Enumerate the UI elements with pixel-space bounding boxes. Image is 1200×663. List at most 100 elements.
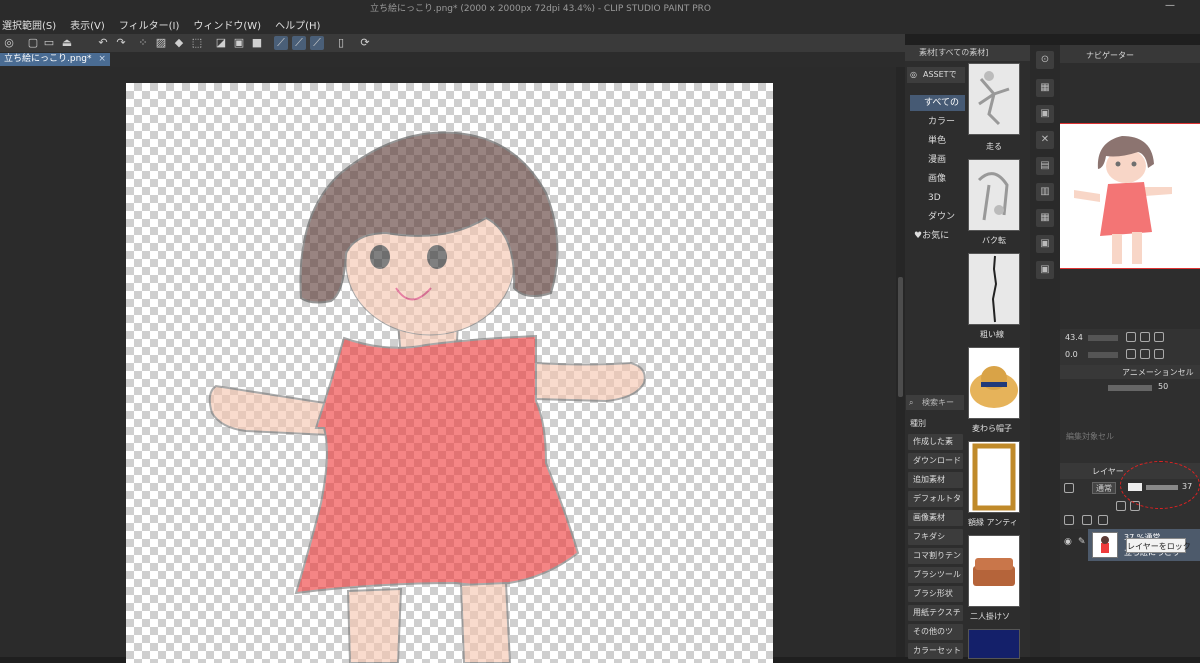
navigator-preview[interactable] — [1060, 123, 1200, 269]
tree-item-manga[interactable]: 漫画 — [910, 152, 965, 168]
snap-grid-icon[interactable]: ⟋ — [310, 36, 324, 50]
rotate-left-icon[interactable] — [1126, 349, 1136, 359]
cel-opacity-value[interactable]: 50 — [1158, 382, 1168, 391]
tree-item-all[interactable]: すべての — [910, 95, 965, 111]
menu-filter[interactable]: フィルター(I) — [119, 17, 180, 32]
category-item[interactable]: コマ割りテン — [908, 548, 963, 564]
transform-icon[interactable]: ⬚ — [190, 36, 204, 50]
search-input[interactable]: ⌕ 検索キー — [906, 395, 964, 410]
zoom-value[interactable]: 43.4 — [1065, 333, 1083, 342]
canvas-workspace[interactable] — [0, 67, 896, 663]
fit-window-icon[interactable] — [1154, 332, 1164, 342]
thumbnail-caption: 麦わら帽子 — [972, 424, 1012, 433]
new-file-icon[interactable]: ▢ — [26, 36, 40, 50]
image-material-icon[interactable]: ▣ — [1036, 105, 1054, 123]
search-material-icon[interactable]: ⊙ — [1036, 51, 1054, 69]
fill-icon[interactable]: ◆ — [172, 36, 186, 50]
category-item[interactable]: ブラシ形状 — [908, 586, 963, 602]
menu-view[interactable]: 表示(V) — [70, 17, 105, 32]
fit-icon[interactable]: ■ — [250, 36, 264, 50]
material-3d-icon[interactable]: ▣ — [1036, 261, 1054, 279]
category-item[interactable]: フキダシ — [908, 529, 963, 545]
material-image-icon[interactable]: ▣ — [1036, 235, 1054, 253]
navigator-tab[interactable]: ナビゲーター — [1086, 50, 1134, 61]
material-thumbnail[interactable] — [968, 253, 1020, 325]
reset-rotation-icon[interactable] — [1154, 349, 1164, 359]
category-item[interactable]: 作成した素 — [908, 434, 963, 450]
zoom-slider[interactable] — [1088, 335, 1118, 341]
navigator-header: ナビゲーター — [1060, 45, 1200, 63]
tree-item-3d[interactable]: 3D — [910, 190, 965, 206]
material-thumbnail[interactable] — [968, 63, 1020, 135]
animation-cel-panel: 50 編集対象セル — [1060, 379, 1200, 463]
layer-tab[interactable]: レイヤー — [1092, 466, 1124, 477]
blend-mode-select[interactable]: 通常 — [1092, 482, 1116, 494]
material-thumbnail[interactable] — [968, 347, 1020, 419]
clip-studio-icon[interactable]: ◎ — [2, 36, 16, 50]
close-material-icon[interactable]: ✕ — [1036, 131, 1054, 149]
category-item[interactable]: ブラシツール — [908, 567, 963, 583]
undo-icon[interactable]: ↶ — [96, 36, 110, 50]
panel-icon-column: ⊙ ▦ ▣ ✕ ▤ ▥ ▦ ▣ ▣ — [1030, 45, 1060, 657]
document-tab[interactable]: 立ち絵にっこり.png* × — [0, 53, 110, 66]
asset-button[interactable]: ◎ ASSETで — [907, 67, 965, 83]
rough-line-icon — [991, 255, 998, 323]
menu-window[interactable]: ウィンドウ(W) — [193, 17, 261, 32]
angle-value[interactable]: 0.0 — [1065, 350, 1078, 359]
category-item[interactable]: ダウンロード — [908, 453, 963, 469]
layer-panel-menu-icon[interactable] — [1064, 515, 1074, 525]
menu-help[interactable]: ヘルプ(H) — [275, 17, 320, 32]
cel-opacity-slider[interactable] — [1108, 385, 1152, 391]
annotation-circle — [1120, 461, 1200, 509]
tree-item-image[interactable]: 画像 — [910, 171, 965, 187]
title-bar: 立ち絵にっこり.png* (2000 x 2000px 72dpi 43.4%)… — [0, 0, 1200, 14]
material-thumbnail[interactable] — [968, 629, 1020, 659]
crop-icon[interactable]: ▣ — [232, 36, 246, 50]
pen-icon[interactable]: ✎ — [1078, 537, 1088, 549]
tree-item-monochrome[interactable]: 単色 — [910, 133, 965, 149]
scroll-thumb[interactable] — [898, 277, 903, 397]
zoom-out-icon[interactable] — [1126, 332, 1136, 342]
tab-close-icon[interactable]: × — [98, 54, 106, 64]
menu-selection[interactable]: 選択範囲(S) — [2, 17, 56, 32]
layer-color-icon[interactable] — [1064, 483, 1074, 493]
device-icon[interactable]: ▯ — [334, 36, 348, 50]
clear-icon[interactable]: ▨ — [154, 36, 168, 50]
new-raster-layer-icon[interactable] — [1082, 515, 1092, 525]
companion-icon[interactable]: ⟳ — [358, 36, 372, 50]
canvas-scrollbar[interactable] — [896, 67, 905, 657]
minimize-icon[interactable]: — — [1165, 0, 1179, 12]
open-folder-icon[interactable]: ▭ — [42, 36, 56, 50]
snap-special-ruler-icon[interactable]: ⟋ — [292, 36, 306, 50]
rotate-right-icon[interactable] — [1140, 349, 1150, 359]
save-icon[interactable]: ⏏ — [60, 36, 74, 50]
document-tab-bar: 立ち絵にっこり.png* × — [0, 52, 905, 67]
eye-icon[interactable]: ◉ — [1064, 537, 1076, 549]
category-item[interactable]: 画像素材 — [908, 510, 963, 526]
material-thumbnail[interactable] — [968, 535, 1020, 607]
hide-outside-icon[interactable]: ◪ — [214, 36, 228, 50]
asset-icon: ◎ — [910, 70, 917, 79]
category-item[interactable]: 用紙テクスチ — [908, 605, 963, 621]
material-folder-icon[interactable]: ▤ — [1036, 157, 1054, 175]
snap-ruler-icon[interactable]: ⟋ — [274, 36, 288, 50]
angle-slider[interactable] — [1088, 352, 1118, 358]
material-thumbnail[interactable] — [968, 159, 1020, 231]
zoom-in-icon[interactable] — [1140, 332, 1150, 342]
material-thumbnail[interactable] — [968, 441, 1020, 513]
category-item[interactable]: デフォルトタ — [908, 491, 963, 507]
tree-item-download[interactable]: ダウン — [910, 209, 965, 225]
category-item[interactable]: その他のツ — [908, 624, 963, 640]
drawing-canvas[interactable] — [126, 83, 773, 663]
category-item[interactable]: 追加素材 — [908, 472, 963, 488]
material-manga-icon[interactable]: ▥ — [1036, 183, 1054, 201]
material-palette-icon[interactable]: ▦ — [1036, 79, 1054, 97]
tree-item-color[interactable]: カラー — [910, 114, 965, 130]
lock-layer-icon[interactable] — [1116, 501, 1126, 511]
new-vector-layer-icon[interactable] — [1098, 515, 1108, 525]
material-grid-icon[interactable]: ▦ — [1036, 209, 1054, 227]
redo-icon[interactable]: ↷ — [114, 36, 128, 50]
animation-tab[interactable]: アニメーションセル — [1122, 367, 1194, 378]
deselect-icon[interactable]: ⁘ — [136, 36, 150, 50]
tree-item-favorites[interactable]: ♥お気に — [910, 228, 965, 244]
